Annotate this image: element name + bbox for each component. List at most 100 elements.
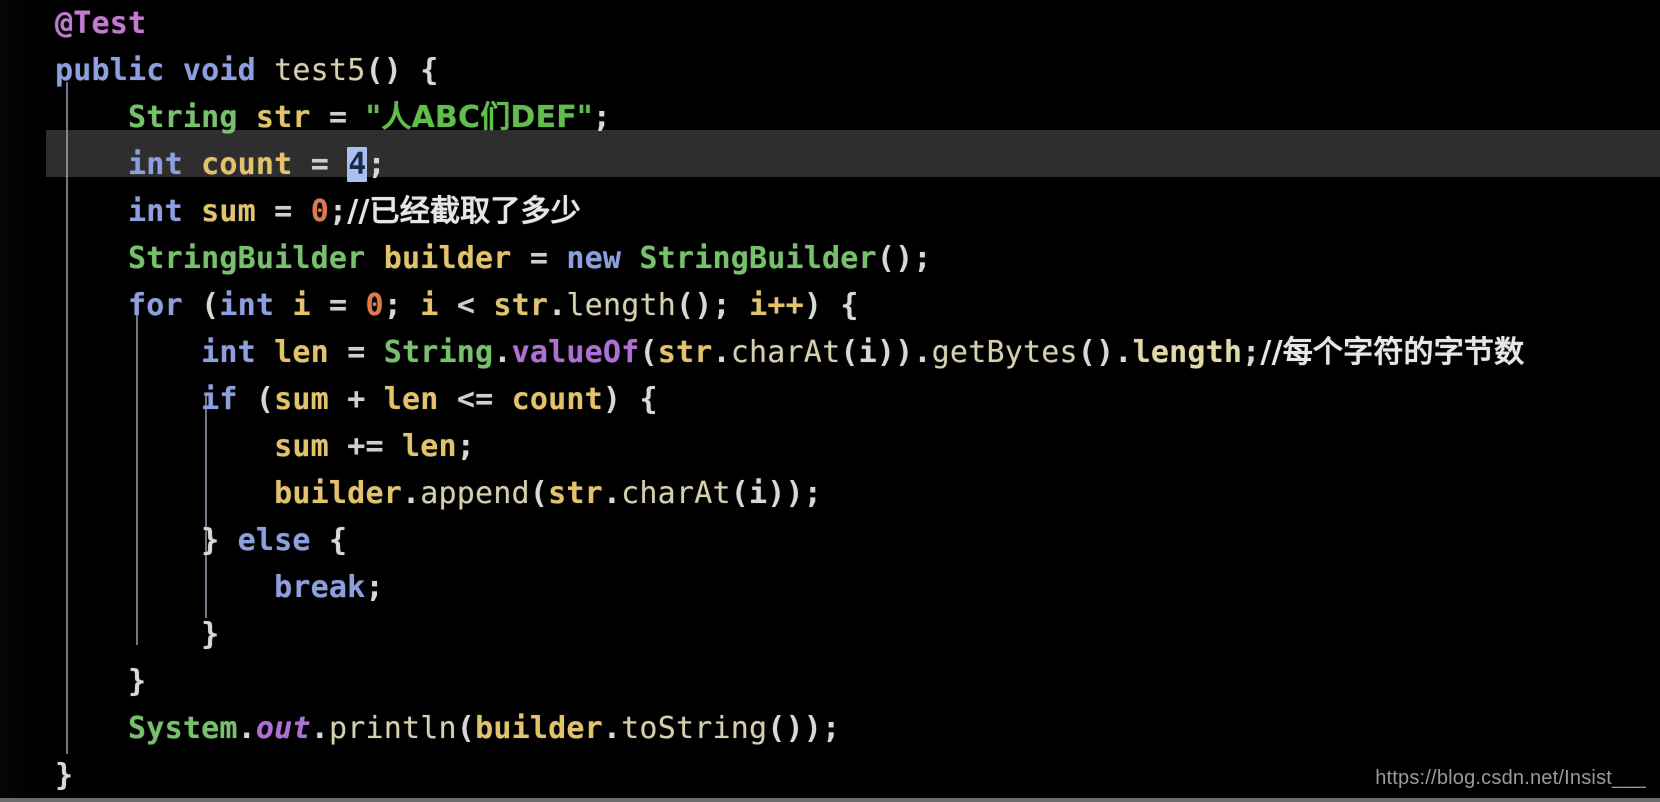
field-out: out bbox=[255, 711, 311, 746]
plus-assign-operator: += bbox=[347, 429, 384, 464]
assign-operator: = bbox=[328, 100, 348, 135]
keyword-int: int bbox=[128, 147, 183, 182]
dot: . bbox=[548, 288, 567, 323]
code-line-16[interactable]: System.out.println(builder.toString()); bbox=[0, 705, 1660, 752]
method-charat: charAt bbox=[621, 476, 731, 511]
keyword-if: if bbox=[201, 382, 238, 417]
type-stringbuilder: StringBuilder bbox=[128, 241, 366, 276]
code-line-7[interactable]: for (int i = 0; i < str.length(); i++) { bbox=[0, 282, 1660, 329]
dot: . bbox=[310, 711, 329, 746]
semicolon: ; bbox=[365, 570, 384, 605]
assign-operator: = bbox=[529, 241, 549, 276]
code-line-4[interactable]: int count = 4; bbox=[0, 141, 1660, 188]
dot: . bbox=[237, 711, 256, 746]
close-brace: } bbox=[201, 523, 220, 558]
close-paren: ) bbox=[602, 382, 622, 417]
open-brace: { bbox=[840, 288, 859, 323]
dot: . bbox=[913, 335, 932, 370]
semicolon: ; bbox=[803, 476, 823, 511]
close-brace: } bbox=[128, 664, 147, 699]
variable-len: len bbox=[402, 429, 457, 464]
close-paren: ) bbox=[803, 288, 823, 323]
method-println: println bbox=[328, 711, 457, 746]
loop-variable-i: i bbox=[292, 288, 311, 323]
number-literal: 0 bbox=[365, 288, 384, 323]
code-line-15[interactable]: } bbox=[0, 658, 1660, 705]
open-paren: ( bbox=[529, 476, 549, 511]
method-getbytes: getBytes bbox=[931, 335, 1078, 370]
variable-str: str bbox=[548, 476, 603, 511]
semicolon: ; bbox=[913, 241, 932, 276]
close-brace: } bbox=[201, 617, 220, 652]
type-string: String bbox=[128, 100, 238, 135]
code-line-12[interactable]: } else { bbox=[0, 517, 1660, 564]
parens: () bbox=[1077, 335, 1115, 370]
open-brace: { bbox=[328, 523, 348, 558]
dot: . bbox=[1114, 335, 1133, 370]
open-paren: ( bbox=[639, 335, 658, 370]
variable-builder: builder bbox=[274, 476, 402, 511]
dot: . bbox=[712, 335, 731, 370]
open-paren: ( bbox=[456, 711, 476, 746]
variable-builder: builder bbox=[383, 241, 512, 276]
keyword-else: else bbox=[237, 523, 311, 558]
dot: . bbox=[401, 476, 421, 511]
method-charat: charAt bbox=[730, 335, 841, 370]
semicolon: ; bbox=[822, 711, 841, 746]
variable-str: str bbox=[255, 100, 311, 135]
code-line-3[interactable]: String str = "人ABC们DEF"; bbox=[0, 94, 1660, 141]
code-line-8[interactable]: int len = String.valueOf(str.charAt(i)).… bbox=[0, 329, 1660, 376]
open-brace: { bbox=[639, 382, 658, 417]
dot: . bbox=[602, 711, 622, 746]
semicolon: ; bbox=[367, 147, 386, 182]
code-line-6[interactable]: StringBuilder builder = new StringBuilde… bbox=[0, 235, 1660, 282]
dot: . bbox=[602, 476, 622, 511]
argument-i: (i) bbox=[730, 476, 786, 511]
variable-str: str bbox=[657, 335, 713, 370]
lte-operator: <= bbox=[456, 382, 494, 417]
csdn-watermark: https://blog.csdn.net/Insist___ bbox=[1375, 767, 1646, 789]
plus-operator: + bbox=[347, 382, 366, 417]
method-length: length bbox=[566, 288, 676, 323]
method-name-test5: test5 bbox=[274, 53, 366, 88]
keyword-int: int bbox=[201, 335, 256, 370]
semicolon: ; bbox=[456, 429, 476, 464]
variable-str: str bbox=[493, 288, 549, 323]
assign-operator: = bbox=[310, 147, 329, 182]
variable-sum: sum bbox=[201, 194, 256, 229]
close-paren: ) bbox=[785, 476, 804, 511]
keyword-int: int bbox=[219, 288, 275, 323]
code-line-10[interactable]: sum += len; bbox=[0, 423, 1660, 470]
inline-comment: //已经截取了多少 bbox=[347, 194, 581, 229]
argument-i: (i) bbox=[840, 335, 896, 370]
less-than-operator: < bbox=[456, 288, 476, 323]
code-line-5[interactable]: int sum = 0;//已经截取了多少 bbox=[0, 188, 1660, 235]
semicolon: ; bbox=[1242, 335, 1261, 370]
test-annotation: @Test bbox=[55, 6, 147, 41]
type-string: String bbox=[383, 335, 494, 370]
code-line-13[interactable]: break; bbox=[0, 564, 1660, 611]
selected-literal-4[interactable]: 4 bbox=[347, 147, 368, 182]
loop-variable-i: i bbox=[420, 288, 439, 323]
inline-comment: //每个字符的字节数 bbox=[1260, 335, 1525, 370]
code-line-9[interactable]: if (sum + len <= count) { bbox=[0, 376, 1660, 423]
assign-operator: = bbox=[328, 288, 348, 323]
open-brace: { bbox=[420, 53, 439, 88]
code-line-1[interactable]: @Test bbox=[0, 0, 1660, 47]
keyword-int: int bbox=[128, 194, 183, 229]
semicolon: ; bbox=[712, 288, 731, 323]
assign-operator: = bbox=[347, 335, 366, 370]
code-line-2[interactable]: public void test5() { bbox=[0, 47, 1660, 94]
variable-sum: sum bbox=[274, 382, 329, 417]
code-line-11[interactable]: builder.append(str.charAt(i)); bbox=[0, 470, 1660, 517]
code-editor[interactable]: @Test public void test5() { String str =… bbox=[0, 0, 1660, 802]
code-line-14[interactable]: } bbox=[0, 611, 1660, 658]
variable-builder: builder bbox=[475, 711, 603, 746]
code-content[interactable]: @Test public void test5() { String str =… bbox=[0, 0, 1660, 799]
assign-operator: = bbox=[274, 194, 293, 229]
bottom-edge-strip bbox=[0, 798, 1660, 802]
keyword-break: break bbox=[274, 570, 366, 605]
number-literal: 0 bbox=[310, 194, 329, 229]
field-length: length bbox=[1132, 335, 1243, 370]
parens: () bbox=[676, 288, 713, 323]
